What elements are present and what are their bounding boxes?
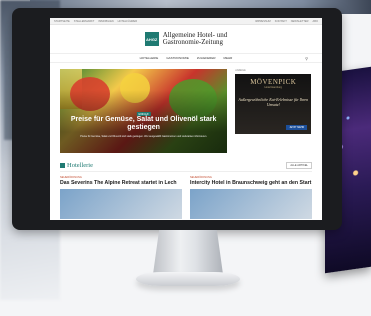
ad-brand: MÖVENPICK [250, 78, 297, 86]
topbar-link[interactable]: NEWSLETTER [291, 20, 309, 23]
search-icon[interactable]: ⚲ [305, 56, 308, 61]
section-marker-icon [60, 163, 65, 168]
masthead[interactable]: AHGZ Allgemeine Hotel- und Gastronomie-Z… [50, 25, 322, 53]
monitor: STARTSEITE STELLENMARKT IMMOBILIEN HOTEL… [12, 8, 342, 230]
section-title: Hotellerie [67, 162, 93, 169]
article-tag: NEUERÖFFNUNG [190, 176, 212, 179]
ad-cta-button[interactable]: JETZT MEHR [286, 125, 308, 130]
article-card[interactable]: NEUERÖFFNUNG Intercity Hotel in Braunsch… [190, 176, 312, 220]
article-image[interactable] [190, 189, 312, 220]
site-title: Allgemeine Hotel- und Gastronomie-Zeitun… [163, 32, 228, 46]
topbar-link[interactable]: IMPRESSUM [255, 20, 271, 23]
ad-label: ANZEIGE [235, 69, 246, 72]
article-image[interactable] [60, 189, 182, 220]
nav-item-hotellerie[interactable]: HOTELLERIE [140, 56, 159, 60]
article-headline[interactable]: Das Severins The Alpine Retreat startet … [60, 180, 182, 186]
ad-slogan: Außergewöhnliche Eat-Erlebnisse für Ihre… [238, 97, 309, 107]
article-tag: NEUERÖFFNUNG [60, 176, 82, 179]
all-articles-button[interactable]: ALLE ARTIKEL [286, 162, 312, 169]
nav-item-mehr[interactable]: MEHR [224, 56, 233, 60]
topbar-link[interactable]: STARTSEITE [54, 20, 70, 23]
article-headline[interactable]: Intercity Hotel in Braunschweig geht an … [190, 180, 312, 186]
article-list: NEUERÖFFNUNG Das Severins The Alpine Ret… [60, 176, 312, 220]
monitor-base [136, 272, 240, 286]
article-card[interactable]: NEUERÖFFNUNG Das Severins The Alpine Ret… [60, 176, 182, 220]
nav-item-gastronomie[interactable]: GASTRONOMIE [166, 56, 189, 60]
topbar-link[interactable]: IMMOBILIEN [98, 20, 113, 23]
top-utility-bar: STARTSEITE STELLENMARKT IMMOBILIEN HOTEL… [50, 18, 322, 25]
hero-teaser: Preise für Gemüse, Salat und Olivenöl si… [80, 135, 207, 138]
hero-headline[interactable]: Preise für Gemüse, Salat und Olivenöl st… [68, 116, 219, 132]
hero-article[interactable]: EINKAUF Preise für Gemüse, Salat und Oli… [60, 69, 228, 153]
nav-item-zulieferer[interactable]: ZULIEFERER [197, 56, 216, 60]
site-logo[interactable]: AHGZ [144, 32, 159, 46]
website-screen: STARTSEITE STELLENMARKT IMMOBILIEN HOTEL… [50, 18, 322, 220]
topbar-link[interactable]: STELLENMARKT [74, 20, 95, 23]
sidebar-ad: ANZEIGE MÖVENPICK Hotel Hamburg Außergew… [235, 69, 312, 153]
topbar-link[interactable]: ABO [313, 20, 318, 23]
site-title-line2: Gastronomie-Zeitung [162, 38, 223, 46]
main-nav: HOTELLERIE GASTRONOMIE ZULIEFERER MEHR ⚲ [50, 53, 322, 63]
ad-subtitle: Hotel Hamburg [264, 86, 282, 89]
ad-banner[interactable]: MÖVENPICK Hotel Hamburg Außergewöhnliche… [235, 74, 312, 134]
monitor-stand [153, 230, 223, 274]
section-header: Hotellerie ALLE ARTIKEL [60, 162, 312, 172]
topbar-link[interactable]: HOTELFÜHRER [118, 20, 137, 23]
topbar-link[interactable]: KONTAKT [275, 20, 287, 23]
